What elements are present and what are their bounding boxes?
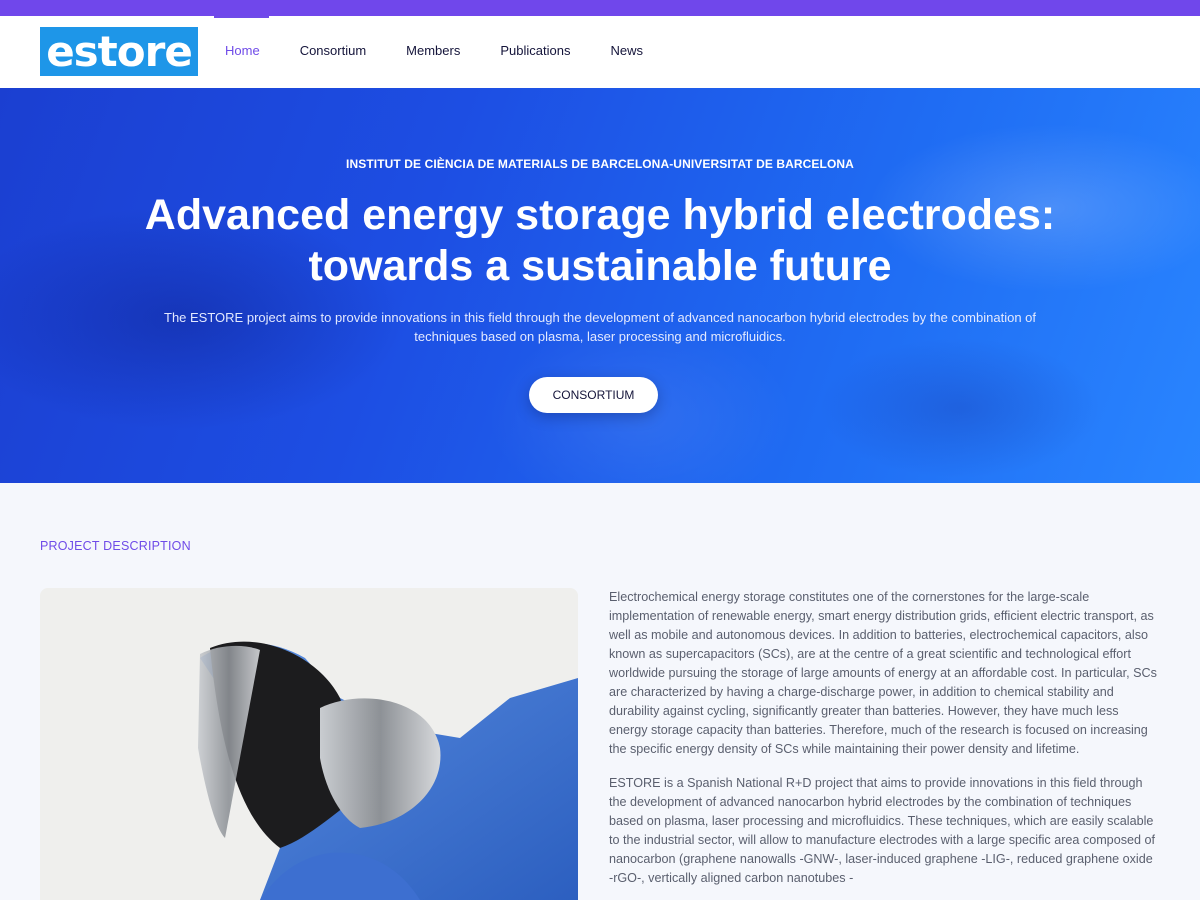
hero-banner: INSTITUT DE CIÈNCIA DE MATERIALS DE BARC…: [0, 88, 1200, 483]
consortium-button[interactable]: CONSORTIUM: [529, 377, 658, 413]
nav-members[interactable]: Members: [395, 16, 479, 88]
hero-subtitle: The ESTORE project aims to provide innov…: [164, 310, 1036, 344]
site-header: estore Home Consortium Members Publicati…: [0, 16, 1200, 88]
gloved-hand-holding-electrode-image: [40, 588, 578, 900]
nav-home[interactable]: Home: [214, 16, 279, 88]
description-paragraph: Electrochemical energy storage constitut…: [609, 590, 1157, 756]
hero-institution: INSTITUT DE CIÈNCIA DE MATERIALS DE BARC…: [346, 157, 854, 171]
nav-consortium[interactable]: Consortium: [289, 16, 385, 88]
main-nav: Home Consortium Members Publications New…: [214, 16, 672, 88]
nav-publications[interactable]: Publications: [489, 16, 589, 88]
project-description-text: Electrochemical energy storage constitut…: [609, 588, 1157, 900]
description-paragraph: ESTORE is a Spanish National R+D project…: [609, 776, 1156, 885]
nav-news[interactable]: News: [599, 16, 662, 88]
logo-text: estore: [46, 26, 193, 76]
top-accent-bar: [0, 0, 1200, 16]
estore-logo[interactable]: estore: [40, 27, 198, 76]
section-label: PROJECT DESCRIPTION: [40, 539, 191, 553]
hero-title: Advanced energy storage hybrid electrode…: [144, 191, 1056, 290]
electrode-photo: [40, 588, 578, 900]
